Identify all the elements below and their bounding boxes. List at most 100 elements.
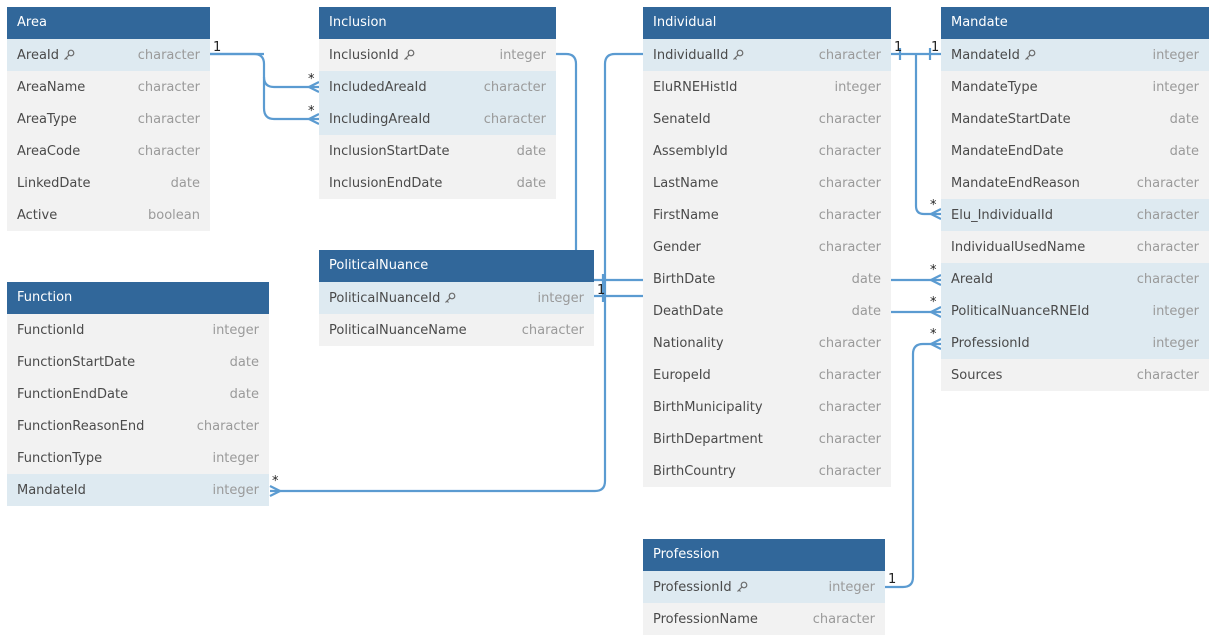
- column-type: character: [818, 367, 881, 383]
- column-row[interactable]: IncludingAreaId character: [319, 103, 556, 135]
- column-row[interactable]: InclusionEndDate date: [319, 167, 556, 199]
- card-area-one: 1: [213, 40, 222, 55]
- column-type: character: [196, 418, 259, 434]
- column-type: date: [516, 143, 546, 159]
- column-name: FunctionEndDate: [17, 386, 129, 402]
- column-type: character: [1136, 367, 1199, 383]
- column-name: MandateType: [951, 79, 1038, 95]
- column-name: BirthDate: [653, 271, 716, 287]
- column-row[interactable]: SenateId character: [643, 103, 891, 135]
- column-name: MandateEndDate: [951, 143, 1064, 159]
- column-row[interactable]: Nationality character: [643, 327, 891, 359]
- column-row[interactable]: ProfessionId integer: [941, 327, 1209, 359]
- column-name: MandateId: [17, 482, 86, 498]
- table-individual[interactable]: Individual IndividualId character EluRNEHis…: [643, 7, 891, 487]
- column-row[interactable]: PoliticalNuanceName character: [319, 314, 594, 346]
- column-row[interactable]: FunctionReasonEnd character: [7, 410, 269, 442]
- column-name: InclusionId: [329, 47, 399, 63]
- column-row[interactable]: BirthMunicipality character: [643, 391, 891, 423]
- column-row[interactable]: MandateStartDate date: [941, 103, 1209, 135]
- card-including-many: *: [308, 104, 315, 119]
- key-icon: [445, 292, 456, 303]
- column-row[interactable]: MandateEndReason character: [941, 167, 1209, 199]
- card-function-many: *: [272, 474, 279, 489]
- table-title: Inclusion: [319, 7, 556, 39]
- column-row[interactable]: LastName character: [643, 167, 891, 199]
- key-icon: [403, 49, 415, 60]
- column-row[interactable]: Active boolean: [7, 199, 210, 231]
- column-type: character: [521, 322, 584, 338]
- column-type: date: [851, 303, 881, 319]
- column-row[interactable]: FunctionType integer: [7, 442, 269, 474]
- column-name: FirstName: [653, 207, 719, 223]
- column-row[interactable]: ProfessionName character: [643, 603, 885, 635]
- column-name: IncludingAreaId: [329, 111, 431, 127]
- column-row[interactable]: Gender character: [643, 231, 891, 263]
- column-row[interactable]: PoliticalNuanceRNEId integer: [941, 295, 1209, 327]
- column-row[interactable]: IncludedAreaId character: [319, 71, 556, 103]
- column-row[interactable]: FunctionStartDate date: [7, 346, 269, 378]
- column-row[interactable]: AreaCode character: [7, 135, 210, 167]
- column-type: character: [818, 207, 881, 223]
- column-name: PoliticalNuanceName: [329, 322, 467, 338]
- column-type: character: [483, 111, 546, 127]
- column-row[interactable]: FunctionId integer: [7, 314, 269, 346]
- column-name: LinkedDate: [17, 175, 91, 191]
- column-name: BirthDepartment: [653, 431, 763, 447]
- column-row[interactable]: PoliticalNuanceId integer: [319, 282, 594, 314]
- table-title: Function: [7, 282, 269, 314]
- column-row[interactable]: MandateEndDate date: [941, 135, 1209, 167]
- column-name: Nationality: [653, 335, 724, 351]
- column-row[interactable]: FunctionEndDate date: [7, 378, 269, 410]
- column-row[interactable]: AreaType character: [7, 103, 210, 135]
- column-name: DeathDate: [653, 303, 724, 319]
- column-name: MandateEndReason: [951, 175, 1080, 191]
- column-type: character: [1136, 175, 1199, 191]
- column-name: AreaType: [17, 111, 77, 127]
- column-row[interactable]: ProfessionId integer: [643, 571, 885, 603]
- column-type: boolean: [148, 207, 200, 223]
- table-mandate[interactable]: Mandate MandateId integer MandateType intege…: [941, 7, 1209, 391]
- column-row[interactable]: DeathDate date: [643, 295, 891, 327]
- column-row[interactable]: AreaName character: [7, 71, 210, 103]
- column-type: character: [483, 79, 546, 95]
- column-name: BirthMunicipality: [653, 399, 763, 415]
- column-type: integer: [537, 290, 584, 306]
- column-row[interactable]: BirthDate date: [643, 263, 891, 295]
- card-mandate-one: 1: [931, 40, 940, 55]
- column-row[interactable]: AreaId character: [941, 263, 1209, 295]
- column-row[interactable]: EluRNEHistId integer: [643, 71, 891, 103]
- column-type: date: [1169, 111, 1199, 127]
- table-function[interactable]: Function FunctionId integer FunctionStartDa…: [7, 282, 269, 506]
- column-row[interactable]: MandateId integer: [7, 474, 269, 506]
- column-row[interactable]: FirstName character: [643, 199, 891, 231]
- column-row[interactable]: MandateType integer: [941, 71, 1209, 103]
- column-name: MandateStartDate: [951, 111, 1071, 127]
- column-row[interactable]: IndividualId character: [643, 39, 891, 71]
- table-area[interactable]: Area AreaId character AreaName character Area…: [7, 7, 210, 231]
- column-name: FunctionStartDate: [17, 354, 136, 370]
- table-inclusion[interactable]: Inclusion InclusionId integer IncludedAreaI…: [319, 7, 556, 199]
- column-row[interactable]: Sources character: [941, 359, 1209, 391]
- column-row[interactable]: IndividualUsedName character: [941, 231, 1209, 263]
- column-row[interactable]: LinkedDate date: [7, 167, 210, 199]
- column-row[interactable]: BirthCountry character: [643, 455, 891, 487]
- column-row[interactable]: AssemblyId character: [643, 135, 891, 167]
- column-row[interactable]: MandateId integer: [941, 39, 1209, 71]
- column-type: integer: [828, 579, 875, 595]
- column-type: date: [851, 271, 881, 287]
- column-row[interactable]: EuropeId character: [643, 359, 891, 391]
- column-type: date: [516, 175, 546, 191]
- column-name: IncludedAreaId: [329, 79, 427, 95]
- column-name: IndividualId: [653, 47, 729, 63]
- table-profession[interactable]: Profession ProfessionId integer ProfessionN…: [643, 539, 885, 635]
- column-name: IndividualUsedName: [951, 239, 1086, 255]
- column-row[interactable]: Elu_IndividualId character: [941, 199, 1209, 231]
- column-row[interactable]: InclusionStartDate date: [319, 135, 556, 167]
- column-row[interactable]: BirthDepartment character: [643, 423, 891, 455]
- column-row[interactable]: InclusionId integer: [319, 39, 556, 71]
- column-type: character: [818, 239, 881, 255]
- column-name: FunctionType: [17, 450, 103, 466]
- table-political-nuance[interactable]: PoliticalNuance PoliticalNuanceId integer P…: [319, 250, 594, 346]
- column-row[interactable]: AreaId character: [7, 39, 210, 71]
